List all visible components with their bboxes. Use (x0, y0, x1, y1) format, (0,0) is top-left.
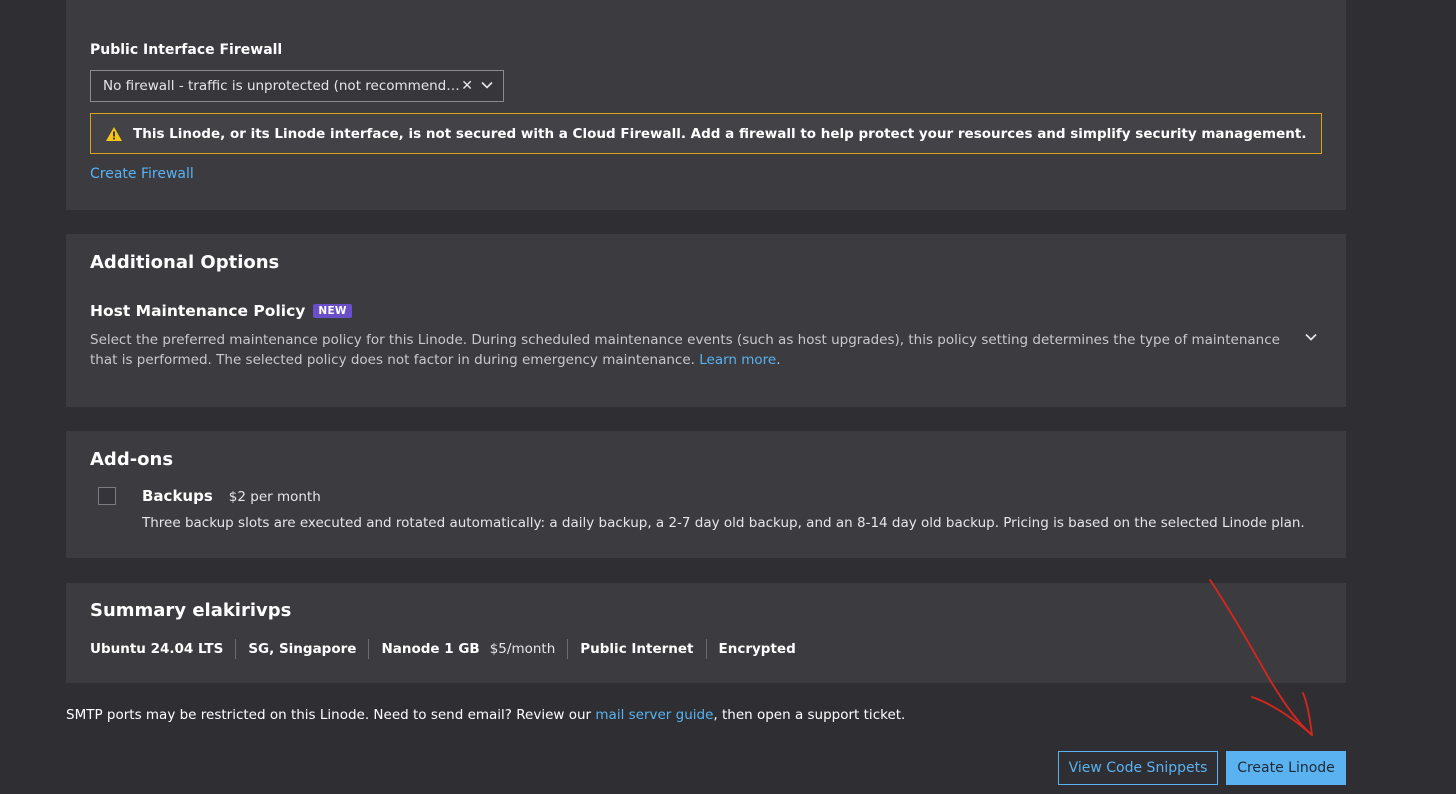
chevron-down-icon[interactable] (481, 79, 493, 91)
warning-icon (106, 126, 122, 141)
summary-image: Ubuntu 24.04 LTS (90, 641, 224, 657)
warning-message: This Linode, or its Linode interface, is… (133, 125, 1307, 142)
summary-plan: Nanode 1 GB (381, 641, 480, 657)
additional-options-section: Additional Options Host Maintenance Poli… (66, 234, 1346, 407)
summary-section: Summary elakirivps Ubuntu 24.04 LTS SG, … (66, 583, 1346, 683)
summary-network: Public Internet (580, 641, 694, 657)
clear-icon[interactable]: ✕ (461, 78, 473, 94)
page: Public Interface Firewall No firewall - … (0, 0, 1456, 794)
create-linode-button[interactable]: Create Linode (1226, 751, 1346, 785)
policy-description-text: Select the preferred maintenance policy … (90, 332, 1280, 368)
backups-row: Backups $2 per month (142, 487, 321, 505)
firewall-label: Public Interface Firewall (90, 42, 283, 58)
summary-encryption: Encrypted (718, 641, 796, 657)
maintenance-policy-heading: Host Maintenance Policy NEW (90, 302, 352, 320)
summary-items: Ubuntu 24.04 LTS SG, Singapore Nanode 1 … (90, 639, 796, 659)
summary-title: Summary elakirivps (90, 600, 292, 621)
divider (368, 639, 370, 659)
summary-region: SG, Singapore (248, 641, 357, 657)
divider (235, 639, 237, 659)
new-badge: NEW (313, 304, 352, 318)
backups-price: $2 per month (228, 489, 321, 505)
addons-section: Add-ons Backups $2 per month Three backu… (66, 431, 1346, 558)
firewall-warning: This Linode, or its Linode interface, is… (90, 113, 1322, 154)
expand-chevron-icon[interactable] (1304, 330, 1318, 344)
view-code-snippets-button[interactable]: View Code Snippets (1058, 751, 1218, 785)
learn-more-link[interactable]: Learn more (699, 352, 776, 368)
addons-title: Add-ons (90, 449, 174, 470)
divider (567, 639, 569, 659)
create-firewall-link[interactable]: Create Firewall (90, 166, 194, 182)
summary-plan-price: $5/month (489, 641, 556, 657)
maintenance-policy-description: Select the preferred maintenance policy … (90, 330, 1290, 370)
smtp-notice-prefix: SMTP ports may be restricted on this Lin… (66, 707, 596, 723)
backups-checkbox[interactable] (98, 487, 116, 505)
firewall-section: Public Interface Firewall No firewall - … (66, 0, 1346, 210)
policy-description-period: . (776, 352, 781, 368)
divider (705, 639, 707, 659)
smtp-notice: SMTP ports may be restricted on this Lin… (66, 707, 905, 723)
additional-options-title: Additional Options (90, 252, 280, 273)
mail-server-guide-link[interactable]: mail server guide (595, 707, 713, 723)
backups-description: Three backup slots are executed and rota… (142, 515, 1305, 531)
firewall-select-value: No firewall - traffic is unprotected (no… (103, 78, 461, 94)
firewall-select[interactable]: No firewall - traffic is unprotected (no… (90, 70, 504, 102)
maintenance-policy-title: Host Maintenance Policy (90, 302, 306, 320)
smtp-notice-suffix: , then open a support ticket. (713, 707, 906, 723)
backups-label: Backups (142, 487, 213, 505)
